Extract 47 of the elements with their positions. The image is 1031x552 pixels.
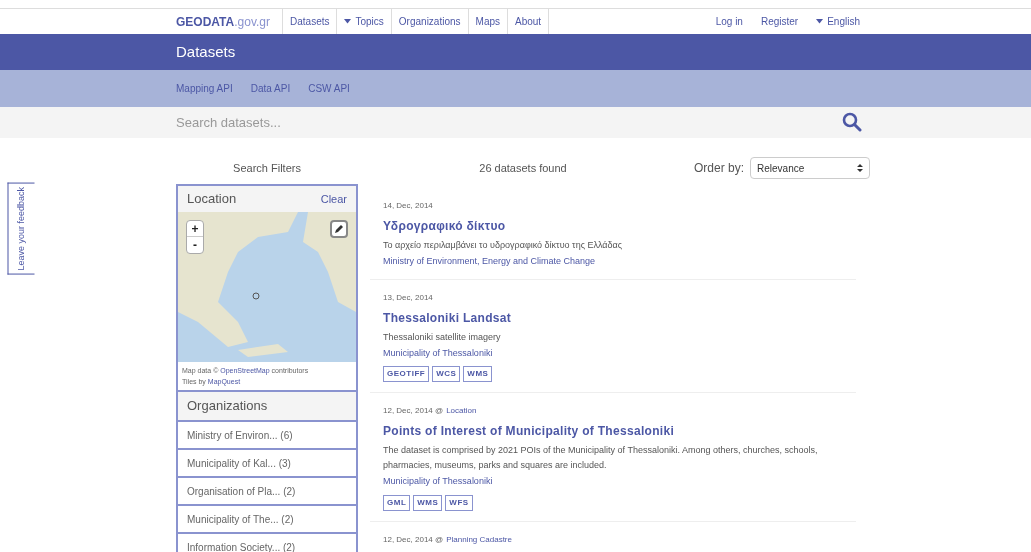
topic-link[interactable]: Planning Cadastre (446, 533, 512, 546)
nav-link[interactable]: English (816, 14, 860, 29)
panel-title: Organizations (178, 392, 356, 420)
dataset-description: The dataset is comprised by 2021 POIs of the Municipality of Thessaloniki. Among others, churches, schools, pharmacies, museums, parks and squares are included. (383, 444, 819, 472)
select-arrows-icon (857, 163, 863, 173)
zoom-out-button[interactable]: - (187, 237, 203, 253)
organization-link[interactable]: Ministry of Environment, Energy and Climate Change (383, 255, 843, 269)
feedback-tab[interactable]: Leave your feedback (8, 183, 35, 275)
nav-link[interactable]: Log in (715, 14, 743, 29)
pencil-icon (334, 224, 344, 234)
nav-link[interactable]: Register (760, 14, 799, 29)
panel-title: Location (187, 190, 237, 209)
dataset-description: Το αρχείο περιλαμβάνει το υδρογραφικό δίκτυο της Ελλάδας (383, 239, 624, 252)
organization-link[interactable]: Municipality of Thessaloniki (383, 346, 843, 360)
organization-filter[interactable]: Organisation of Pla... (2) (178, 476, 356, 504)
filters-heading: Search Filters (232, 160, 302, 176)
site-logo[interactable]: GEODATA.gov.gr (166, 9, 282, 34)
format-tag[interactable]: WMS (463, 366, 493, 382)
order-select[interactable]: Relevance (750, 157, 870, 179)
format-tag[interactable]: WMS (413, 494, 443, 511)
topic-link[interactable]: Location (446, 405, 477, 417)
dataset-description: Thessaloniki satellite imagery (383, 330, 502, 344)
results-count: 26 datasets found (478, 160, 568, 176)
dataset-title[interactable]: Thessaloniki Landsat (383, 308, 843, 327)
caret-icon (816, 19, 824, 24)
search-field[interactable]: Search datasets... (0, 107, 1031, 138)
format-tag[interactable]: WFS (445, 494, 473, 511)
organization-filter[interactable]: Municipality of The... (2) (178, 504, 356, 532)
caret-icon (344, 19, 352, 24)
dataset-title[interactable]: Points of Interest of Municipality of Thessaloniki (383, 422, 843, 440)
organization-filter[interactable]: Ministry of Environ... (6) (178, 420, 356, 448)
zoom-in-button[interactable]: + (187, 221, 203, 237)
dataset-date: 12, Dec, 2014 @ (383, 405, 444, 417)
clear-link[interactable]: Clear (320, 190, 347, 208)
format-tag[interactable]: GEOTIFF (383, 366, 430, 382)
dataset-date: 12, Dec, 2014 @ (383, 533, 444, 546)
dataset-date: 14, Dec, 2014 (383, 200, 433, 212)
organization-filter[interactable]: Municipality of Kal... (3) (178, 448, 356, 476)
order-label: Order by: (694, 160, 744, 177)
organization-link[interactable]: Municipality of Thessaloniki (383, 475, 843, 489)
draw-button[interactable] (330, 220, 348, 238)
dataset-date: 13, Dec, 2014 (383, 291, 433, 304)
search-icon[interactable] (842, 112, 862, 132)
dataset-title[interactable]: Υδρογραφικό δίκτυο (383, 217, 843, 235)
format-tag[interactable]: WCS (432, 366, 461, 382)
page-title: Datasets (176, 41, 236, 62)
format-tag[interactable]: GML (383, 494, 411, 511)
